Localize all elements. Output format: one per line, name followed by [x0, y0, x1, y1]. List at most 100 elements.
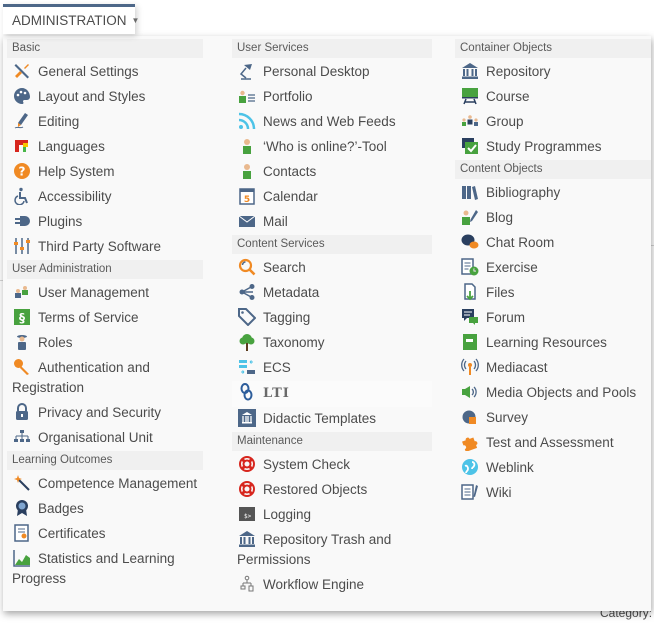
menu-item-organisational-unit[interactable]: Organisational Unit — [7, 426, 203, 451]
books-icon — [460, 183, 480, 201]
menu-item-didactic-templates[interactable]: Didactic Templates — [232, 407, 432, 432]
users-icon — [12, 283, 32, 301]
lifebuoy-icon — [237, 480, 257, 498]
menu-item-portfolio[interactable]: Portfolio — [232, 85, 432, 110]
menu-item-logging[interactable]: $> Logging — [232, 503, 432, 528]
menu-item-label: System Check — [263, 457, 351, 472]
menu-item-certificates[interactable]: Certificates — [7, 522, 203, 547]
globe-icon — [460, 458, 480, 476]
menu-item-survey[interactable]: Survey — [455, 406, 651, 431]
link-icon — [237, 383, 257, 401]
menu-item-label: Test and Assessment — [486, 435, 614, 450]
badge-icon — [12, 499, 32, 517]
menu-item-label: User Management — [38, 285, 150, 300]
menu-item-badges[interactable]: Badges — [7, 497, 203, 522]
org-chart-icon — [12, 428, 32, 446]
menu-item-plugins[interactable]: Plugins — [7, 210, 203, 235]
menu-item-competence-management[interactable]: Competence Management — [7, 472, 203, 497]
wiki-icon — [460, 483, 480, 501]
menu-item-search[interactable]: Search — [232, 256, 432, 281]
menu-item-label: Plugins — [38, 214, 83, 229]
rss-icon — [237, 112, 257, 130]
menu-item-label: Blog — [486, 210, 514, 225]
menu-item-repository-trash-and-permissions[interactable]: Repository Trash and Permissions — [232, 528, 432, 573]
group-header: User Administration — [7, 260, 203, 279]
menu-item-authentication-and-registration[interactable]: Authentication and Registration — [7, 356, 203, 401]
caret-down-icon: ▼ — [131, 16, 140, 25]
menu-item-restored-objects[interactable]: Restored Objects — [232, 478, 432, 503]
menu-item-personal-desktop[interactable]: Personal Desktop — [232, 60, 432, 85]
group-icon — [460, 112, 480, 130]
menu-item-weblink[interactable]: Weblink — [455, 456, 651, 481]
menu-item-label: Privacy and Security — [38, 405, 162, 420]
menu-item-bibliography[interactable]: Bibliography — [455, 181, 651, 206]
chat-icon — [460, 233, 480, 251]
menu-item-tagging[interactable]: Tagging — [232, 306, 432, 331]
administration-dropdown: Basic General Settings Layout and Styles Ed… — [3, 36, 651, 611]
menu-item-study-programmes[interactable]: Study Programmes — [455, 135, 651, 160]
menu-column-3: Container Objects Repository Course Group St… — [455, 39, 651, 506]
menu-item-group[interactable]: Group — [455, 110, 651, 135]
paragraph-icon: § — [12, 308, 32, 326]
menu-item-label: Survey — [486, 410, 529, 425]
menu-item-lti[interactable]: LTI — [232, 381, 432, 407]
menu-item-accessibility[interactable]: Accessibility — [7, 185, 203, 210]
menu-item-user-management[interactable]: User Management — [7, 281, 203, 306]
plug-icon — [12, 212, 32, 230]
menu-item-help-system[interactable]: ? Help System — [7, 160, 203, 185]
menu-item-label: Certificates — [38, 526, 106, 541]
menu-item-workflow-engine[interactable]: Workflow Engine — [232, 573, 432, 598]
menu-item-news-and-web-feeds[interactable]: News and Web Feeds — [232, 110, 432, 135]
menu-item-third-party-software[interactable]: Third Party Software — [7, 235, 203, 260]
menu-item-label: Bibliography — [486, 185, 561, 200]
menu-item-languages[interactable]: Languages — [7, 135, 203, 160]
svg-text:$>: $> — [244, 513, 252, 520]
menu-item-layout-and-styles[interactable]: Layout and Styles — [7, 85, 203, 110]
menu-item-ecs[interactable]: ECS — [232, 356, 432, 381]
menu-item-files[interactable]: Files — [455, 281, 651, 306]
group-header: User Services — [232, 39, 432, 58]
menu-item-editing[interactable]: Editing — [7, 110, 203, 135]
menu-item-label: Calendar — [263, 189, 318, 204]
administration-menu-label: ADMINISTRATION — [12, 13, 127, 28]
menu-item-general-settings[interactable]: General Settings — [7, 60, 203, 85]
menu-item-who-is-online-tool[interactable]: ‘Who is online?’-Tool — [232, 135, 432, 160]
menu-column-1: Basic General Settings Layout and Styles Ed… — [7, 39, 203, 592]
menu-item-wiki[interactable]: Wiki — [455, 481, 651, 506]
menu-item-blog[interactable]: Blog — [455, 206, 651, 231]
menu-item-chat-room[interactable]: Chat Room — [455, 231, 651, 256]
menu-item-roles[interactable]: Roles — [7, 331, 203, 356]
menu-item-mediacast[interactable]: Mediacast — [455, 356, 651, 381]
administration-menu-button[interactable]: ADMINISTRATION ▼ — [3, 4, 139, 34]
group-header: Content Objects — [455, 160, 651, 179]
menu-item-mail[interactable]: Mail — [232, 210, 432, 235]
menu-item-course[interactable]: Course — [455, 85, 651, 110]
menu-item-repository[interactable]: Repository — [455, 60, 651, 85]
menu-item-label: Course — [486, 89, 530, 104]
lifebuoy-icon — [237, 455, 257, 473]
menu-item-label: Competence Management — [38, 476, 198, 491]
menu-item-learning-resources[interactable]: Learning Resources — [455, 331, 651, 356]
book-icon — [460, 333, 480, 351]
menu-item-exercise[interactable]: Exercise — [455, 256, 651, 281]
menu-item-label: Organisational Unit — [38, 430, 153, 445]
menu-item-privacy-and-security[interactable]: Privacy and Security — [7, 401, 203, 426]
sliders-icon — [12, 237, 32, 255]
menu-item-media-objects-and-pools[interactable]: Media Objects and Pools — [455, 381, 651, 406]
broadcast-icon — [460, 358, 480, 376]
menu-item-calendar[interactable]: 5 Calendar — [232, 185, 432, 210]
menu-item-taxonomy[interactable]: Taxonomy — [232, 331, 432, 356]
menu-item-label: General Settings — [38, 64, 139, 79]
menu-item-forum[interactable]: Forum — [455, 306, 651, 331]
terminal-icon: $> — [237, 505, 257, 523]
menu-item-test-and-assessment[interactable]: Test and Assessment — [455, 431, 651, 456]
menu-item-terms-of-service[interactable]: § Terms of Service — [7, 306, 203, 331]
menu-item-system-check[interactable]: System Check — [232, 453, 432, 478]
menu-item-contacts[interactable]: Contacts — [232, 160, 432, 185]
tree-icon — [237, 333, 257, 351]
user-online-icon — [237, 137, 257, 155]
menu-item-metadata[interactable]: Metadata — [232, 281, 432, 306]
forum-icon — [460, 308, 480, 326]
menu-item-label: Terms of Service — [38, 310, 139, 325]
menu-item-statistics-and-learning-progress[interactable]: Statistics and Learning Progress — [7, 547, 203, 592]
